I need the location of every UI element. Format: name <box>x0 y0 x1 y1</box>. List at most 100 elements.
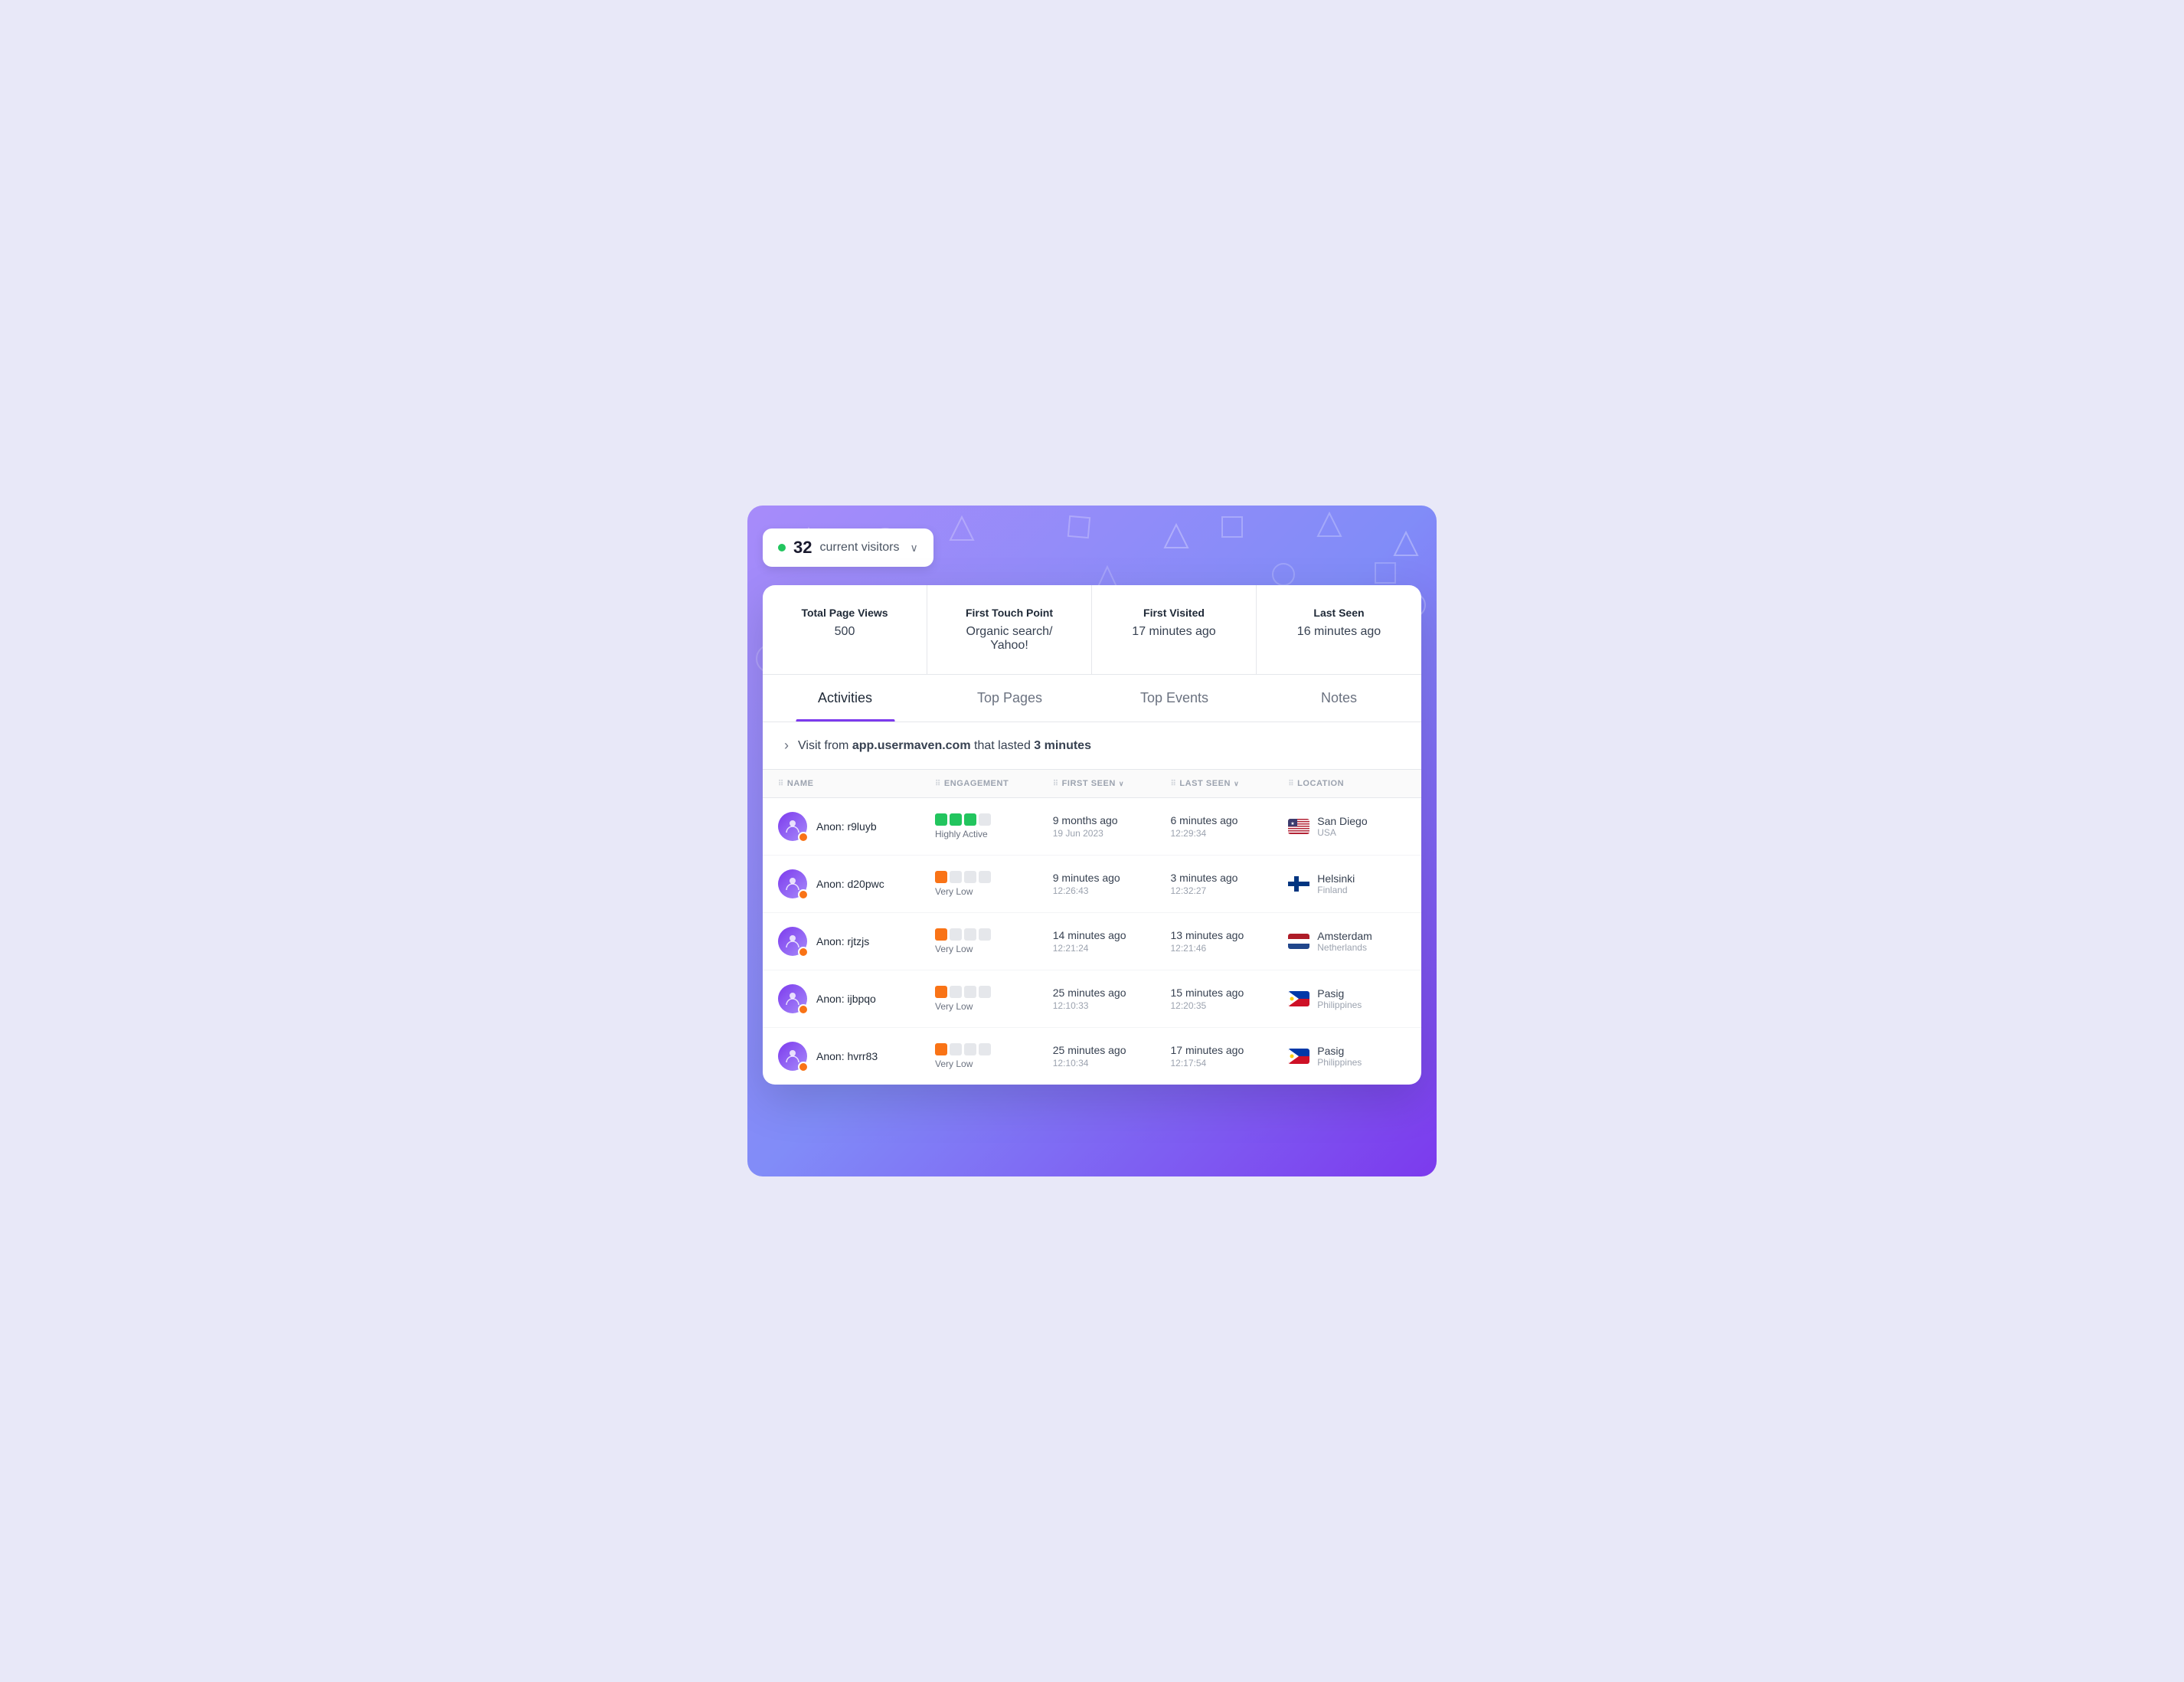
engagement-bars <box>935 928 1053 941</box>
tab-notes[interactable]: Notes <box>1257 675 1421 722</box>
avatar-badge <box>798 889 809 900</box>
th-last-seen[interactable]: ⠿ LAST SEEN ∨ <box>1171 779 1289 788</box>
location-info: Helsinki Finland <box>1317 872 1355 895</box>
location-country: Netherlands <box>1317 942 1372 953</box>
chevron-down-icon: ∨ <box>911 542 918 555</box>
location-cell: Amsterdam Netherlands <box>1288 930 1406 953</box>
first-seen-cell: 9 minutes ago 12:26:43 <box>1053 872 1171 896</box>
stat-label-first-touch: First Touch Point <box>946 607 1073 619</box>
flag-icon: ★ <box>1288 819 1309 834</box>
stat-total-page-views: Total Page Views 500 <box>763 585 927 674</box>
flag-icon: ☀ <box>1288 991 1309 1006</box>
location-city: Helsinki <box>1317 872 1355 885</box>
engagement-bar <box>979 813 991 826</box>
engagement-bar <box>950 813 962 826</box>
stat-first-visited: First Visited 17 minutes ago <box>1092 585 1257 674</box>
stat-value-last-seen: 16 minutes ago <box>1275 625 1403 639</box>
svg-text:★: ★ <box>1291 821 1295 826</box>
app-container: 32 current visitors ∨ Total Page Views 5… <box>747 506 1437 1176</box>
engagement-label: Very Low <box>935 886 1053 897</box>
visitor-status-dot <box>778 544 786 551</box>
engagement-bars <box>935 1043 1053 1055</box>
engagement-bar <box>935 928 947 941</box>
grid-icon: ⠿ <box>935 780 941 788</box>
grid-icon: ⠿ <box>778 780 784 788</box>
engagement-bar <box>979 1043 991 1055</box>
first-seen-main: 9 months ago <box>1053 814 1171 826</box>
visitor-label: current visitors <box>819 541 899 555</box>
table-row[interactable]: Anon: rjtzjs Very Low 14 minutes ago 12:… <box>763 913 1421 970</box>
stat-first-touch-point: First Touch Point Organic search/ Yahoo! <box>927 585 1092 674</box>
avatar <box>778 927 807 956</box>
location-cell: Helsinki Finland <box>1288 872 1406 895</box>
user-name: Anon: r9luyb <box>816 820 877 833</box>
grid-icon: ⠿ <box>1288 780 1294 788</box>
first-seen-sub: 12:26:43 <box>1053 885 1171 896</box>
stat-value-first-touch: Organic search/ Yahoo! <box>946 625 1073 653</box>
engagement-cell: Very Low <box>935 986 1053 1012</box>
engagement-cell: Very Low <box>935 928 1053 954</box>
avatar <box>778 1042 807 1071</box>
stat-value-page-views: 500 <box>781 625 908 639</box>
last-seen-sub: 12:21:46 <box>1171 943 1289 954</box>
table-row[interactable]: Anon: hvrr83 Very Low 25 minutes ago 12:… <box>763 1028 1421 1085</box>
flag-icon <box>1288 934 1309 949</box>
first-seen-cell: 14 minutes ago 12:21:24 <box>1053 929 1171 954</box>
th-engagement: ⠿ ENGAGEMENT <box>935 779 1053 788</box>
location-city: Amsterdam <box>1317 930 1372 942</box>
table-body: Anon: r9luyb Highly Active 9 months ago … <box>763 798 1421 1085</box>
th-first-seen[interactable]: ⠿ FIRST SEEN ∨ <box>1053 779 1171 788</box>
first-seen-main: 25 minutes ago <box>1053 1044 1171 1056</box>
table-row[interactable]: Anon: ijbpqo Very Low 25 minutes ago 12:… <box>763 970 1421 1028</box>
last-seen-main: 6 minutes ago <box>1171 814 1289 826</box>
location-city: Pasig <box>1317 1045 1362 1057</box>
engagement-bar <box>950 871 962 883</box>
engagement-bar <box>935 1043 947 1055</box>
engagement-bar <box>964 1043 976 1055</box>
engagement-label: Highly Active <box>935 829 1053 839</box>
location-country: Philippines <box>1317 1057 1362 1068</box>
tab-top-pages[interactable]: Top Pages <box>927 675 1092 722</box>
svg-text:☀: ☀ <box>1290 996 1294 1001</box>
user-name: Anon: d20pwc <box>816 878 884 890</box>
engagement-bar <box>964 986 976 998</box>
first-seen-sub: 12:10:33 <box>1053 1000 1171 1011</box>
main-card: Total Page Views 500 First Touch Point O… <box>763 585 1421 1085</box>
avatar <box>778 869 807 898</box>
tab-top-events[interactable]: Top Events <box>1092 675 1257 722</box>
last-seen-sub: 12:32:27 <box>1171 885 1289 896</box>
engagement-cell: Very Low <box>935 1043 1053 1069</box>
location-country: Philippines <box>1317 1000 1362 1010</box>
sort-icon-first-seen: ∨ <box>1119 780 1124 788</box>
user-name: Anon: hvrr83 <box>816 1050 878 1062</box>
engagement-bar <box>964 871 976 883</box>
engagement-bar <box>950 1043 962 1055</box>
table-row[interactable]: Anon: r9luyb Highly Active 9 months ago … <box>763 798 1421 856</box>
avatar <box>778 812 807 841</box>
visit-banner[interactable]: › Visit from app.usermaven.com that last… <box>763 722 1421 770</box>
engagement-bars <box>935 871 1053 883</box>
location-country: USA <box>1317 827 1367 838</box>
location-city: Pasig <box>1317 987 1362 1000</box>
first-seen-sub: 19 Jun 2023 <box>1053 828 1171 839</box>
table-row[interactable]: Anon: d20pwc Very Low 9 minutes ago 12:2… <box>763 856 1421 913</box>
sort-icon-last-seen: ∨ <box>1234 780 1239 788</box>
expand-chevron-icon: › <box>784 738 789 754</box>
engagement-label: Very Low <box>935 1001 1053 1012</box>
engagement-bar <box>964 813 976 826</box>
svg-text:☀: ☀ <box>1290 1054 1294 1059</box>
user-cell: Anon: d20pwc <box>778 869 935 898</box>
last-seen-sub: 12:20:35 <box>1171 1000 1289 1011</box>
flag-icon: ☀ <box>1288 1049 1309 1064</box>
visitor-pill[interactable]: 32 current visitors ∨ <box>763 528 933 567</box>
visitor-count: 32 <box>793 538 812 558</box>
engagement-bar <box>935 813 947 826</box>
tab-activities[interactable]: Activities <box>763 675 927 722</box>
grid-icon: ⠿ <box>1171 780 1177 788</box>
engagement-bar <box>979 871 991 883</box>
table-header: ⠿ NAME ⠿ ENGAGEMENT ⠿ FIRST SEEN ∨ ⠿ L <box>763 770 1421 798</box>
engagement-label: Very Low <box>935 944 1053 954</box>
engagement-bars <box>935 813 1053 826</box>
location-info: Amsterdam Netherlands <box>1317 930 1372 953</box>
engagement-bar <box>935 871 947 883</box>
